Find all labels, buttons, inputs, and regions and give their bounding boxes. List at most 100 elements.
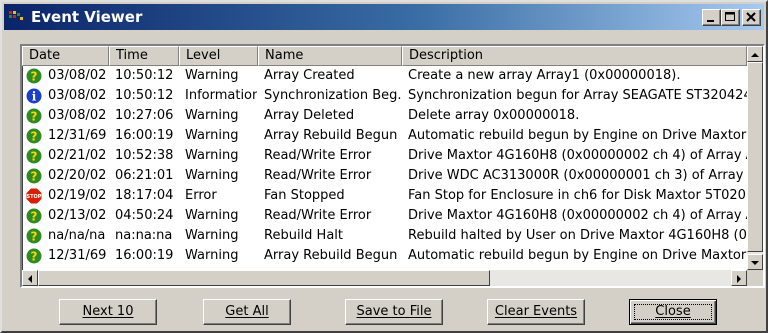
time-cell: 10:50:12 [115, 88, 174, 103]
scroll-left-button[interactable] [22, 270, 38, 286]
title-bar[interactable]: Event Viewer [4, 4, 764, 30]
event-viewer-app-icon [9, 11, 23, 20]
vertical-scroll-thumb[interactable] [747, 62, 763, 252]
window-title: Event Viewer [31, 8, 143, 26]
stop-icon-label: STOP [27, 194, 42, 200]
level-cell: Warning [185, 208, 239, 223]
level-cell: Warning [185, 168, 239, 183]
date-cell: 03/08/02 [48, 68, 107, 83]
table-row[interactable]: ? 02/21/02 10:52:38 Warning Read/Write Error… [22, 146, 747, 166]
svg-text:?: ? [31, 150, 38, 164]
event-rows: ? 03/08/02 10:50:12 Warning Array Created Cre… [22, 66, 747, 266]
scroll-down-button[interactable] [747, 254, 763, 270]
maximize-button[interactable] [721, 9, 740, 26]
time-cell: 16:00:19 [115, 128, 174, 143]
name-cell: Array Rebuild Begun [264, 248, 398, 263]
warning-icon: ? [26, 128, 42, 144]
description-cell: Automatic rebuild begun by Engine on Dri… [408, 128, 747, 143]
table-row[interactable]: ? na/na/na na:na:na Warning Rebuild Halt Rebu… [22, 226, 747, 246]
description-cell: Create a new array Array1 (0x00000018). [408, 68, 681, 83]
name-cell: Read/Write Error [264, 208, 372, 223]
minimize-button[interactable] [702, 9, 721, 26]
svg-text:?: ? [31, 230, 38, 244]
table-row[interactable]: ? 03/08/02 10:50:12 Warning Array Created Cre… [22, 66, 747, 86]
warning-icon: ? [26, 168, 42, 184]
minimize-icon [707, 20, 714, 22]
clear-events-label: Clear Events [494, 304, 578, 319]
time-cell: 10:52:38 [115, 148, 174, 163]
table-row[interactable]: ? 12/31/69 16:00:19 Warning Array Rebuild Be… [22, 246, 747, 266]
table-row[interactable]: STOP 02/19/02 18:17:04 Error Fan Stopped Fan … [22, 186, 747, 206]
level-cell: Warning [185, 68, 239, 83]
close-label: Close [655, 304, 691, 319]
get-all-button[interactable]: Get All [203, 299, 291, 325]
date-cell: 03/08/02 [48, 88, 107, 103]
next-10-label: Next 10 [82, 304, 134, 319]
level-cell: Warning [185, 108, 239, 123]
svg-text:?: ? [31, 130, 38, 144]
table-row[interactable]: i 03/08/02 10:50:12 Information Synchronizat… [22, 86, 747, 106]
description-cell: Fan Stop for Enclosure in ch6 for Disk M… [408, 188, 747, 203]
stop-icon: STOP [26, 188, 42, 204]
close-icon [746, 12, 756, 22]
name-cell: Array Deleted [264, 108, 355, 123]
information-icon: i [26, 88, 42, 104]
column-header-name[interactable]: Name [258, 46, 402, 66]
column-header-time[interactable]: Time [109, 46, 179, 66]
level-cell: Information [185, 88, 257, 103]
description-cell: Synchronization begun for Array SEAGATE … [408, 88, 747, 103]
name-cell: Rebuild Halt [264, 228, 343, 243]
arrow-down-icon [751, 261, 759, 265]
table-row[interactable]: ? 12/31/69 16:00:19 Warning Array Rebuild Be… [22, 126, 747, 146]
date-cell: 12/31/69 [48, 128, 107, 143]
description-cell: Drive Maxtor 4G160H8 (0x00000002 ch 4) o… [408, 208, 747, 223]
level-cell: Warning [185, 128, 239, 143]
svg-text:?: ? [31, 210, 38, 224]
scroll-up-button[interactable] [747, 46, 763, 62]
warning-icon: ? [26, 248, 42, 264]
vertical-scrollbar[interactable] [747, 46, 763, 270]
warning-icon: ? [26, 208, 42, 224]
description-cell: Automatic rebuild begun by Engine on Dri… [408, 248, 747, 263]
arrow-right-icon [737, 275, 741, 283]
time-cell: 18:17:04 [115, 188, 174, 203]
description-cell: Delete array 0x00000018. [408, 108, 580, 123]
clear-events-button[interactable]: Clear Events [487, 299, 585, 325]
level-cell: Warning [185, 228, 239, 243]
table-row[interactable]: ? 02/20/02 06:21:01 Warning Read/Write Error… [22, 166, 747, 186]
table-row[interactable]: ? 03/08/02 10:27:06 Warning Array Deleted Del… [22, 106, 747, 126]
time-cell: 10:50:12 [115, 68, 174, 83]
level-cell: Warning [185, 148, 239, 163]
scroll-right-button[interactable] [731, 270, 747, 286]
description-cell: Drive Maxtor 4G160H8 (0x00000002 ch 4) o… [408, 148, 747, 163]
date-cell: na/na/na [48, 228, 106, 243]
level-cell: Warning [185, 248, 239, 263]
horizontal-scroll-thumb[interactable] [38, 270, 490, 286]
date-cell: 02/21/02 [48, 148, 107, 163]
event-list[interactable]: Date Time Level Name Description ? 03/08/… [20, 44, 765, 288]
description-cell: Drive WDC AC313000R (0x00000001 ch 3) of… [408, 168, 747, 183]
horizontal-scrollbar[interactable] [22, 270, 747, 286]
save-to-file-button[interactable]: Save to File [345, 299, 443, 325]
close-window-button[interactable] [742, 9, 761, 26]
date-cell: 12/31/69 [48, 248, 107, 263]
date-cell: 03/08/02 [48, 108, 107, 123]
list-header: Date Time Level Name Description [22, 46, 747, 66]
column-header-date[interactable]: Date [22, 46, 109, 66]
save-to-file-label: Save to File [356, 304, 432, 319]
column-header-level[interactable]: Level [179, 46, 258, 66]
time-cell: 16:00:19 [115, 248, 174, 263]
time-cell: 10:27:06 [115, 108, 174, 123]
level-cell: Error [185, 188, 217, 203]
time-cell: 04:50:24 [115, 208, 174, 223]
date-cell: 02/20/02 [48, 168, 107, 183]
name-cell: Fan Stopped [264, 188, 345, 203]
warning-icon: ? [26, 68, 42, 84]
name-cell: Read/Write Error [264, 148, 372, 163]
close-button[interactable]: Close [629, 299, 717, 325]
next-10-button[interactable]: Next 10 [59, 299, 157, 325]
warning-icon: ? [26, 228, 42, 244]
table-row[interactable]: ? 02/13/02 04:50:24 Warning Read/Write Error… [22, 206, 747, 226]
column-header-description[interactable]: Description [402, 46, 747, 66]
svg-text:?: ? [31, 250, 38, 264]
